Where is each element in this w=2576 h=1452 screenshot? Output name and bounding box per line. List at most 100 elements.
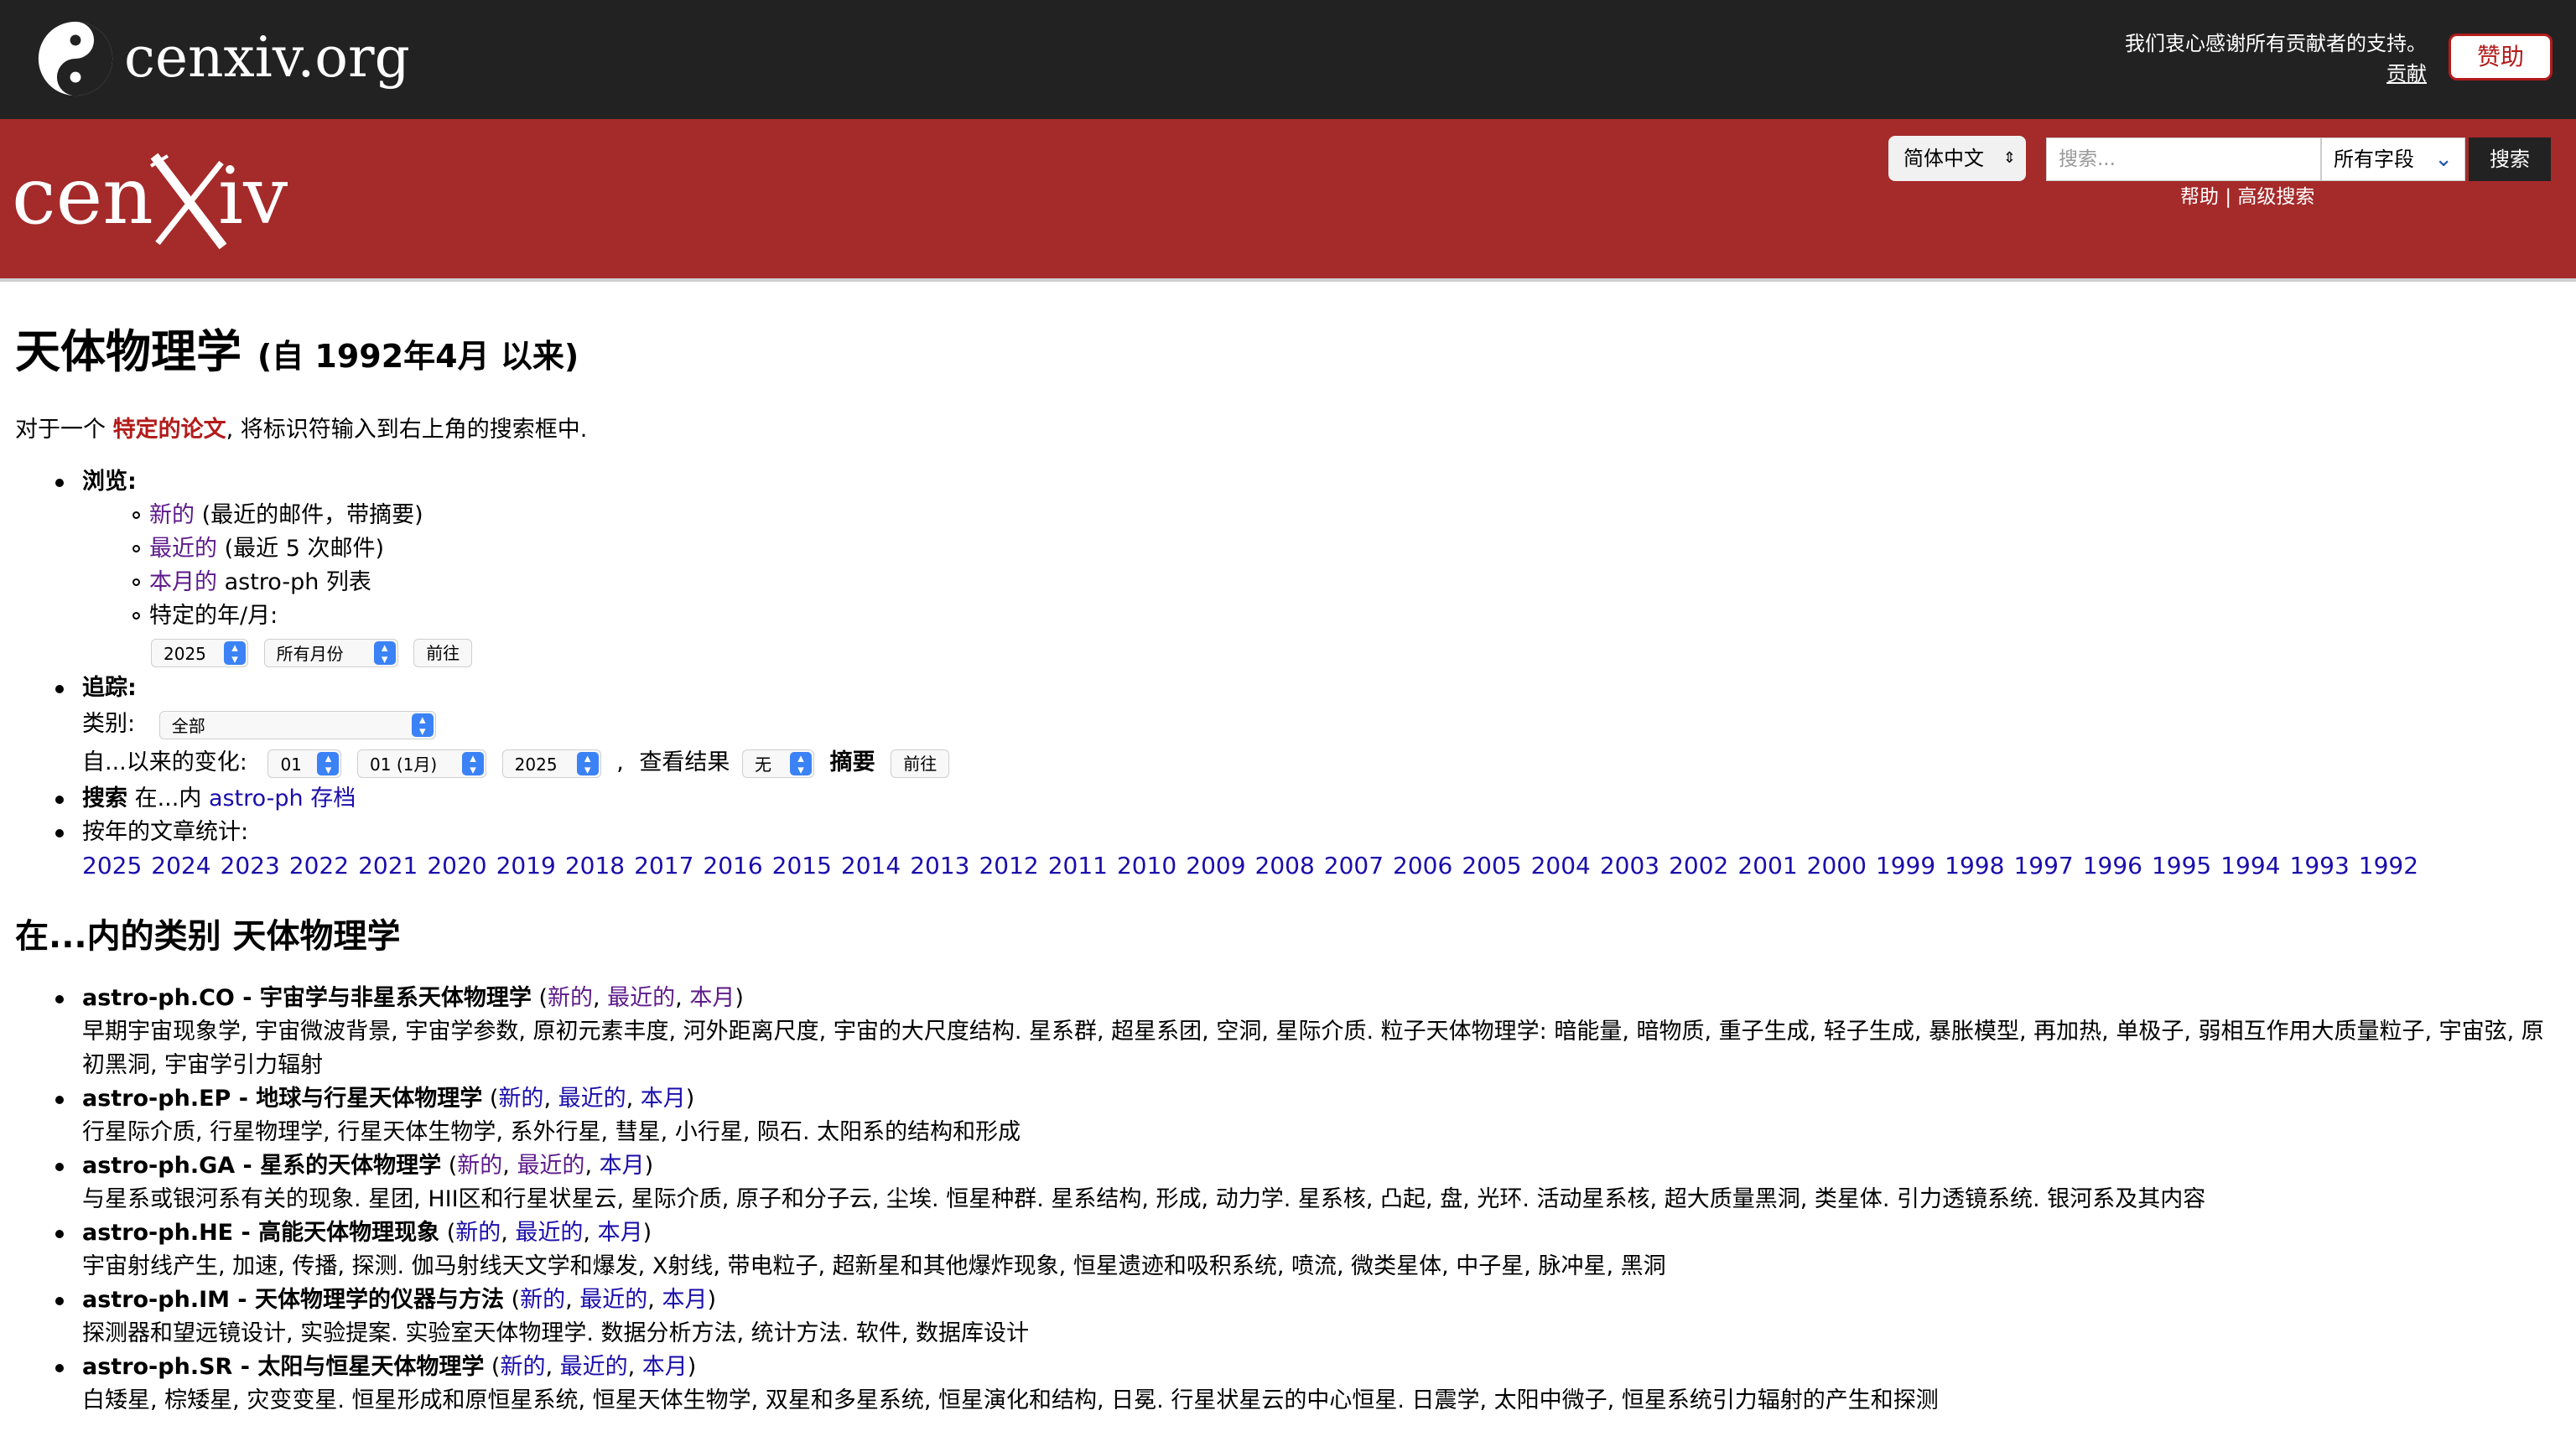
- intro-after: , 将标识符输入到右上角的搜索框中.: [226, 417, 588, 443]
- year-link[interactable]: 2023: [221, 852, 280, 879]
- category-description: 早期宇宙现象学, 宇宙微波背景, 宇宙学参数, 原初元素丰度, 河外距离尺度, …: [82, 1019, 2544, 1078]
- specific-paper-link[interactable]: 特定的论文: [113, 417, 226, 443]
- category-new-link[interactable]: 新的: [457, 1153, 502, 1179]
- year-link[interactable]: 1996: [2083, 852, 2142, 879]
- category-recent-link[interactable]: 最近的: [515, 1220, 583, 1246]
- abstract-select[interactable]: 无 ▴ ▾: [742, 749, 815, 778]
- category-month-link[interactable]: 本月: [662, 1287, 707, 1313]
- cenxiv-logo[interactable]: cen iv: [12, 148, 305, 257]
- advanced-search-link[interactable]: 高级搜索: [2237, 186, 2314, 208]
- year-link[interactable]: 2014: [841, 852, 901, 879]
- catchup-go-button[interactable]: 前往: [891, 749, 950, 778]
- comma: ,: [616, 749, 624, 775]
- browse-month-select[interactable]: 所有月份 ▴ ▾: [263, 638, 398, 667]
- bullet-icon: [55, 829, 64, 837]
- category-select[interactable]: 全部 ▴ ▾: [158, 710, 436, 739]
- help-links: 帮助 | 高级搜索: [2180, 183, 2314, 211]
- year-link[interactable]: 2018: [565, 852, 625, 879]
- year-link[interactable]: 1994: [2220, 852, 2280, 879]
- yin-yang-logo-icon[interactable]: [37, 20, 114, 97]
- browse-recent-link[interactable]: 最近的: [149, 536, 217, 562]
- category-month-link[interactable]: 本月: [641, 1086, 686, 1112]
- browse-new-link[interactable]: 新的: [149, 502, 195, 528]
- category-recent-link[interactable]: 最近的: [607, 985, 675, 1011]
- category-recent-link[interactable]: 最近的: [558, 1086, 626, 1112]
- donate-button[interactable]: 赞助: [2449, 34, 2553, 80]
- category-description: 宇宙射线产生, 加速, 传播, 探测. 伽马射线天文学和爆发, X射线, 带电粒…: [82, 1253, 1666, 1279]
- browse-go-button[interactable]: 前往: [413, 638, 473, 667]
- year-link[interactable]: 2008: [1255, 852, 1315, 879]
- circle-bullet-icon: [132, 578, 140, 586]
- separator: |: [2225, 186, 2232, 208]
- spin-arrows-icon: ▴ ▾: [224, 640, 246, 665]
- site-brand[interactable]: cenxiv.org: [124, 22, 410, 94]
- year-link[interactable]: 1997: [2013, 852, 2073, 879]
- spin-arrows-icon: ▴ ▾: [576, 751, 599, 775]
- category-recent-link[interactable]: 最近的: [579, 1287, 647, 1313]
- language-value: 简体中文: [1903, 147, 1984, 170]
- category-recent-link[interactable]: 最近的: [517, 1153, 584, 1179]
- year-link[interactable]: 2020: [427, 852, 486, 879]
- category-month-link[interactable]: 本月: [598, 1220, 643, 1246]
- since-year-select[interactable]: 2025 ▴ ▾: [501, 749, 601, 778]
- category-month-link[interactable]: 本月: [689, 985, 735, 1011]
- year-link[interactable]: 2025: [82, 852, 142, 879]
- search-field-select[interactable]: 所有字段 ⌄: [2321, 137, 2465, 181]
- category-recent-link[interactable]: 最近的: [560, 1354, 628, 1380]
- year-link[interactable]: 2006: [1393, 852, 1452, 879]
- year-link[interactable]: 2007: [1324, 852, 1384, 879]
- year-link[interactable]: 2016: [703, 852, 762, 879]
- browse-month-desc: astro-ph 列表: [224, 569, 371, 595]
- browse-year-select[interactable]: 2025 ▴ ▾: [151, 638, 248, 667]
- year-link[interactable]: 2009: [1186, 852, 1245, 879]
- year-link[interactable]: 2004: [1531, 852, 1591, 879]
- year-link[interactable]: 2011: [1048, 852, 1108, 879]
- category-new-link[interactable]: 新的: [498, 1086, 543, 1112]
- year-link[interactable]: 2012: [979, 852, 1038, 879]
- category-name: astro-ph.GA - 星系的天体物理学: [82, 1153, 442, 1179]
- year-link[interactable]: 2024: [151, 852, 210, 879]
- year-link[interactable]: 2001: [1737, 852, 1797, 879]
- year-link[interactable]: 1998: [1945, 852, 2004, 879]
- bullet-icon: [55, 479, 64, 487]
- category-description: 白矮星, 棕矮星, 灾变变星. 恒星形成和原恒星系统, 恒星天体生物学, 双星和…: [82, 1387, 1939, 1413]
- day-select[interactable]: 01 ▴ ▾: [267, 749, 342, 778]
- year-link[interactable]: 2017: [634, 852, 693, 879]
- search-button[interactable]: 搜索: [2469, 137, 2551, 181]
- svg-text:iv: iv: [218, 151, 288, 242]
- year-link[interactable]: 1992: [2359, 852, 2418, 879]
- category-list: astro-ph.CO - 宇宙学与非星系天体物理学 (新的, 最近的, 本月)…: [15, 982, 2547, 1418]
- year-link[interactable]: 2019: [496, 852, 556, 879]
- year-link[interactable]: 2002: [1669, 852, 1728, 879]
- year-link[interactable]: 1993: [2290, 852, 2350, 879]
- year-link[interactable]: 2005: [1462, 852, 1521, 879]
- year-link[interactable]: 2013: [910, 852, 969, 879]
- year-link[interactable]: 1995: [2152, 852, 2211, 879]
- year-link[interactable]: 2022: [289, 852, 349, 879]
- bullet-icon: [55, 995, 64, 1003]
- browse-label: 浏览:: [82, 469, 137, 495]
- year-link[interactable]: 2010: [1117, 852, 1176, 879]
- category-new-link[interactable]: 新的: [548, 985, 593, 1011]
- category-value: 全部: [171, 715, 205, 736]
- year-link[interactable]: 2015: [772, 852, 832, 879]
- language-select[interactable]: 简体中文 ⇕: [1888, 136, 2026, 181]
- category-new-link[interactable]: 新的: [520, 1287, 565, 1313]
- category-month-link[interactable]: 本月: [642, 1354, 688, 1380]
- since-month-select[interactable]: 01 (1月) ▴ ▾: [357, 749, 487, 778]
- top-bar: cenxiv.org 我们衷心感谢所有贡献者的支持。 贡献 赞助: [0, 0, 2576, 119]
- category-new-link[interactable]: 新的: [500, 1354, 545, 1380]
- astro-ph-archive-link[interactable]: astro-ph 存档: [209, 786, 356, 812]
- year-link[interactable]: 2000: [1807, 852, 1867, 879]
- abstract-value: 无: [755, 754, 772, 775]
- help-link[interactable]: 帮助: [2180, 186, 2219, 208]
- browse-month-link[interactable]: 本月的: [149, 569, 217, 595]
- contribute-link[interactable]: 贡献: [2125, 59, 2427, 89]
- browse-recent-desc: (最近 5 次邮件): [224, 536, 385, 562]
- search-input[interactable]: 搜索...: [2046, 137, 2321, 181]
- year-link[interactable]: 2003: [1600, 852, 1659, 879]
- year-link[interactable]: 1999: [1876, 852, 1935, 879]
- category-new-link[interactable]: 新的: [455, 1220, 501, 1246]
- category-month-link[interactable]: 本月: [600, 1153, 645, 1179]
- year-link[interactable]: 2021: [358, 852, 418, 879]
